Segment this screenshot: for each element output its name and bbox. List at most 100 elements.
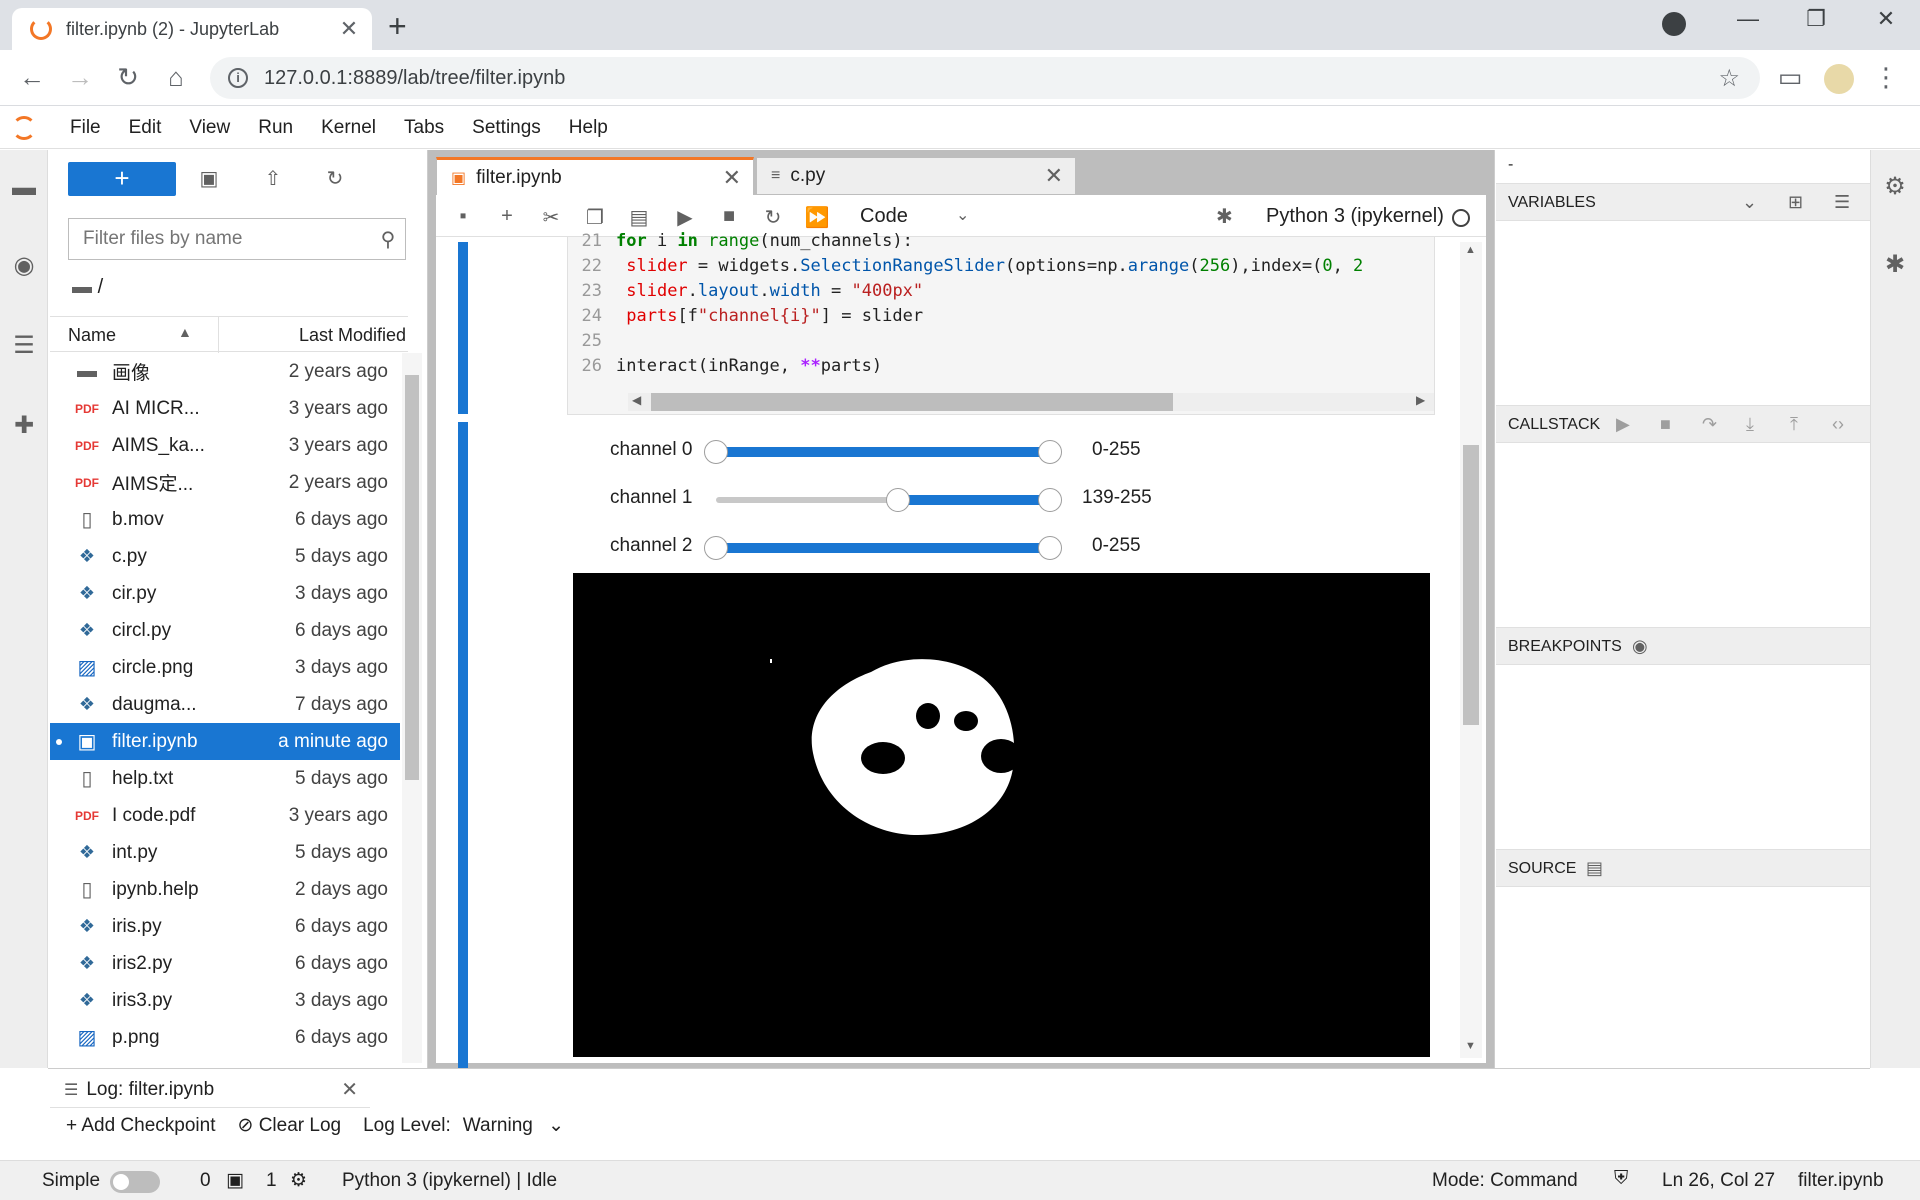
- remove-breakpoints-icon[interactable]: ◉: [1632, 636, 1648, 657]
- file-row[interactable]: ▬ 画像 2 years ago: [50, 353, 400, 390]
- file-row[interactable]: ❖ iris2.py 6 days ago: [50, 945, 400, 982]
- output-collapser[interactable]: [458, 422, 468, 1068]
- simple-mode-toggle[interactable]: [110, 1171, 160, 1193]
- scroll-up-icon[interactable]: ▲: [1465, 244, 1476, 256]
- slider-lower-handle[interactable]: [704, 440, 728, 464]
- run-icon[interactable]: ▶: [670, 205, 700, 230]
- chevron-down-icon[interactable]: ⌄: [956, 205, 969, 225]
- toc-icon[interactable]: ☰: [6, 328, 42, 364]
- file-filter-field[interactable]: ⚲: [68, 218, 406, 260]
- run-all-icon[interactable]: ⏩: [802, 205, 832, 230]
- kernel-status-text[interactable]: Python 3 (ipykernel) | Idle: [342, 1170, 557, 1192]
- file-row[interactable]: ▯ ipynb.help 2 days ago: [50, 871, 400, 908]
- continue-icon[interactable]: ▶: [1616, 414, 1630, 435]
- chevron-down-icon[interactable]: ⌄: [1742, 192, 1757, 213]
- slider-upper-handle[interactable]: [1038, 488, 1062, 512]
- file-list-scroll-thumb[interactable]: [405, 375, 419, 780]
- profile-menu-icon[interactable]: [1662, 12, 1686, 36]
- save-icon[interactable]: ▪: [448, 205, 478, 228]
- file-row[interactable]: PDF AI MICR... 3 years ago: [50, 390, 400, 427]
- site-info-icon[interactable]: i: [228, 68, 248, 88]
- open-source-icon[interactable]: ▤: [1586, 858, 1603, 879]
- new-launcher-button[interactable]: +: [68, 162, 176, 196]
- file-row[interactable]: ❖ iris.py 6 days ago: [50, 908, 400, 945]
- new-folder-icon[interactable]: ▣: [194, 166, 224, 191]
- scroll-down-icon[interactable]: ▼: [1465, 1040, 1476, 1052]
- close-tab-icon[interactable]: ✕: [723, 165, 741, 191]
- file-row[interactable]: ▯ b.mov 6 days ago: [50, 501, 400, 538]
- insert-cell-icon[interactable]: +: [492, 205, 522, 228]
- avatar[interactable]: [1824, 64, 1854, 94]
- file-row[interactable]: ❖ cir.py 3 days ago: [50, 575, 400, 612]
- notebook-scroll-thumb[interactable]: [1463, 445, 1479, 725]
- slider-lower-handle[interactable]: [886, 488, 911, 512]
- window-close-icon[interactable]: ✕: [1866, 6, 1906, 32]
- file-row[interactable]: PDF AIMS_ka... 3 years ago: [50, 427, 400, 464]
- bookmark-star-icon[interactable]: ☆: [1718, 64, 1740, 93]
- slider-upper-handle[interactable]: [1038, 536, 1062, 560]
- browser-menu-icon[interactable]: ⋮: [1868, 62, 1904, 93]
- step-in-icon[interactable]: ⤓: [1746, 414, 1754, 435]
- terminal-count[interactable]: 0: [200, 1170, 211, 1192]
- tab-c-py[interactable]: ≡ c.py ✕: [756, 157, 1076, 195]
- tab-filter-ipynb[interactable]: ▣ filter.ipynb ✕: [436, 157, 754, 195]
- code-hscroll-thumb[interactable]: [651, 393, 1173, 411]
- restore-icon[interactable]: ❐: [1796, 6, 1836, 32]
- file-row[interactable]: ❖ c.py 5 days ago: [50, 538, 400, 575]
- minimize-icon[interactable]: —: [1728, 6, 1768, 32]
- log-tab[interactable]: ☰ Log: filter.ipynb ✕: [50, 1072, 370, 1108]
- breakpoints-section[interactable]: BREAKPOINTS ◉: [1496, 627, 1870, 665]
- step-out-icon[interactable]: ⤒: [1790, 414, 1798, 435]
- cast-icon[interactable]: ▭: [1772, 62, 1808, 93]
- scroll-right-icon[interactable]: ▶: [1416, 393, 1425, 407]
- stop-icon[interactable]: ■: [714, 205, 744, 228]
- slider-lower-handle[interactable]: [704, 536, 728, 560]
- file-row[interactable]: ▨ p.png 6 days ago: [50, 1019, 400, 1056]
- copy-icon[interactable]: ❐: [580, 205, 610, 230]
- menu-help[interactable]: Help: [555, 117, 622, 139]
- upload-icon[interactable]: ⇧: [258, 166, 288, 191]
- debugger-bug-icon[interactable]: ✱: [1216, 204, 1233, 229]
- log-level-select[interactable]: Warning ⌄: [463, 1114, 564, 1137]
- property-inspector-icon[interactable]: ⚙: [1878, 172, 1912, 206]
- paste-icon[interactable]: ▤: [624, 205, 654, 230]
- kernel-name[interactable]: Python 3 (ipykernel): [1266, 205, 1444, 228]
- file-row[interactable]: ❖ circl.py 6 days ago: [50, 612, 400, 649]
- file-filter-input[interactable]: [83, 228, 371, 250]
- menu-tabs[interactable]: Tabs: [390, 117, 458, 139]
- menu-view[interactable]: View: [175, 117, 244, 139]
- browser-tab[interactable]: filter.ipynb (2) - JupyterLab ✕: [12, 8, 372, 50]
- column-last-modified[interactable]: Last Modified: [299, 325, 406, 346]
- cut-icon[interactable]: ✂: [536, 205, 566, 230]
- running-sessions-icon[interactable]: ◉: [6, 248, 42, 284]
- back-icon[interactable]: ←: [14, 62, 50, 93]
- breadcrumb[interactable]: ▬ /: [72, 276, 103, 299]
- url-field[interactable]: i 127.0.0.1:8889/lab/tree/filter.ipynb ☆: [210, 57, 1760, 99]
- kernel-count[interactable]: 1: [266, 1170, 277, 1192]
- home-icon[interactable]: ⌂: [158, 62, 194, 93]
- close-tab-icon[interactable]: ✕: [334, 16, 364, 42]
- forward-icon[interactable]: →: [62, 62, 98, 93]
- file-row[interactable]: PDF I code.pdf 3 years ago: [50, 797, 400, 834]
- menu-kernel[interactable]: Kernel: [307, 117, 390, 139]
- trusted-shield-icon[interactable]: ⛨: [1614, 1168, 1628, 1190]
- file-row[interactable]: ❖ int.py 5 days ago: [50, 834, 400, 871]
- file-row[interactable]: ❖ daugma... 7 days ago: [50, 686, 400, 723]
- source-section[interactable]: SOURCE ▤: [1496, 849, 1870, 887]
- folder-icon[interactable]: ▬: [6, 170, 42, 206]
- file-row[interactable]: ▣ filter.ipynb a minute ago: [50, 723, 400, 760]
- table-view-icon[interactable]: ☰: [1834, 192, 1850, 213]
- column-name[interactable]: Name: [68, 325, 116, 346]
- file-row[interactable]: PDF AIMS定... 2 years ago: [50, 464, 400, 501]
- menu-run[interactable]: Run: [244, 117, 307, 139]
- close-tab-icon[interactable]: ✕: [1045, 163, 1063, 189]
- menu-edit[interactable]: Edit: [115, 117, 176, 139]
- new-tab-button[interactable]: +: [388, 8, 407, 45]
- file-row[interactable]: ▯ help.txt 5 days ago: [50, 760, 400, 797]
- scroll-left-icon[interactable]: ◀: [632, 393, 641, 407]
- evaluate-code-icon[interactable]: ‹›: [1832, 414, 1844, 435]
- add-checkpoint-button[interactable]: + Add Checkpoint: [66, 1115, 216, 1137]
- cell-collapser[interactable]: [458, 242, 468, 414]
- debugger-icon[interactable]: ✱: [1878, 250, 1912, 284]
- slider-upper-handle[interactable]: [1038, 440, 1062, 464]
